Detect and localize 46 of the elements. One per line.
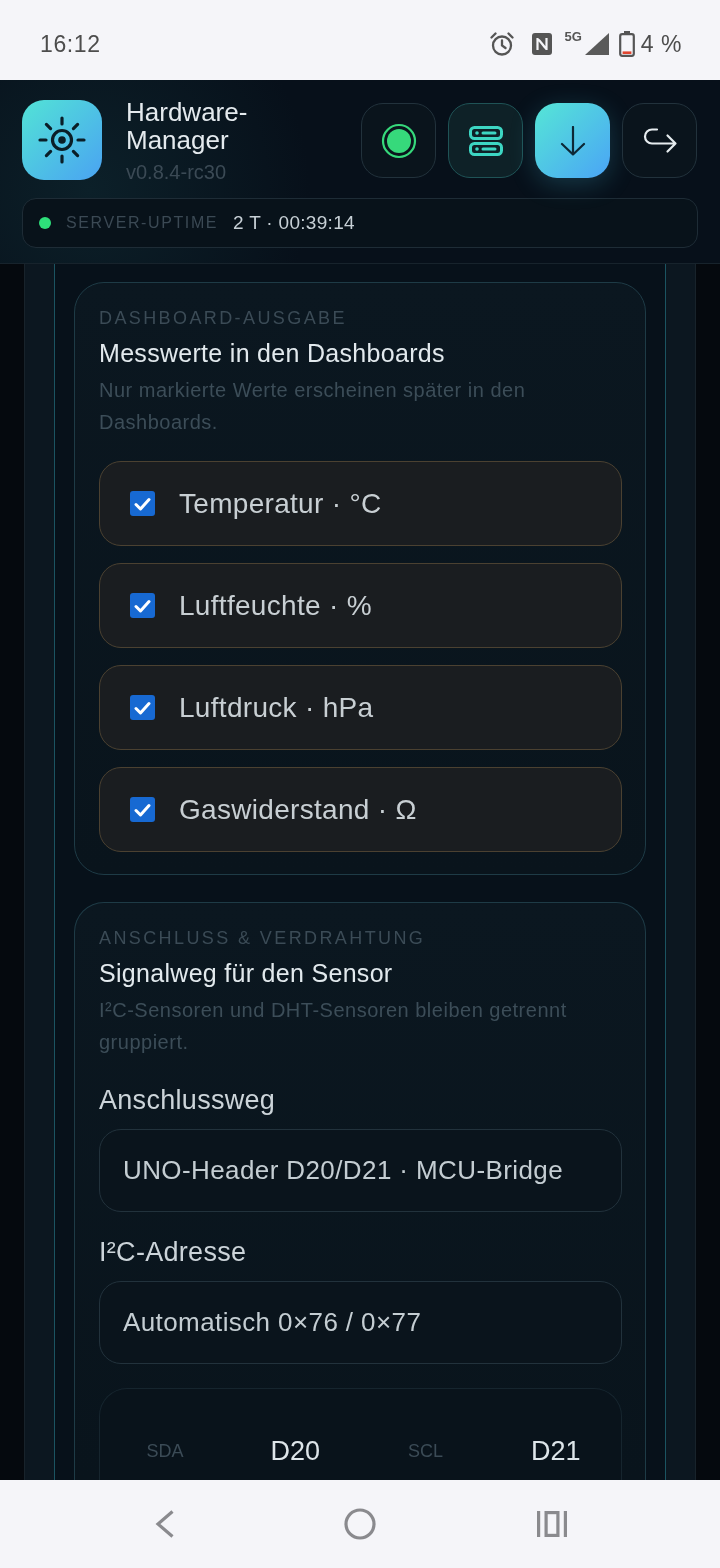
checkbox[interactable] [130,695,155,720]
checkbox[interactable] [130,491,155,516]
section-description: I²C-Sensoren und DHT-Sensoren bleiben getrennt gruppiert. [99,998,568,1055]
field-label: I²C-Adresse [99,1236,248,1268]
checkmark-icon [134,598,151,613]
pin-label: SDA [146,1440,184,1463]
section-title: Messwerte in den Dashboards [99,338,446,368]
curved-arrow-icon [641,126,678,155]
checkmark-icon [134,496,151,511]
arrow-down-icon [559,125,586,156]
section-title: Signalweg für den Sensor [99,958,394,988]
uptime-label: SERVER-UPTIME [66,214,219,232]
alarm-icon [488,31,515,57]
field-label: Anschlussweg [99,1084,277,1116]
clock-time: 16:12 [40,30,101,58]
nfc-icon [530,32,553,56]
back-icon[interactable] [155,1510,175,1538]
app-title: Hardware-Manager [126,98,249,154]
status-button[interactable] [361,103,436,178]
measurement-option[interactable]: Luftfeuchte · % [99,563,622,648]
network-type-label: 5G [564,30,582,44]
home-icon[interactable] [344,1508,376,1540]
status-ring-icon [380,122,417,159]
checkmark-icon [134,700,151,715]
checkbox[interactable] [130,797,155,822]
measurement-option[interactable]: Luftdruck · hPa [99,665,622,750]
recents-icon[interactable] [537,1511,567,1537]
pin-value: D20 [270,1436,321,1466]
input-field[interactable]: UNO-Header D20/D21 · MCU-Bridge [99,1129,622,1212]
signal-icon [584,33,609,55]
forward-button[interactable] [622,103,697,178]
battery-icon [618,31,635,57]
pin-label: SCL [408,1440,444,1463]
download-button[interactable] [535,103,610,178]
checkmark-icon [134,802,151,817]
measurement-option[interactable]: Temperatur · °C [99,461,622,546]
section-description: Nur markierte Werte erscheinen später in den Dashboards. [99,378,527,435]
battery-percentage: 4 % [640,30,682,58]
server-icon [468,125,503,156]
checkbox[interactable] [130,593,155,618]
input-field[interactable]: Automatisch 0×76 / 0×77 [99,1281,622,1364]
measurement-option[interactable]: Gaswiderstand · Ω [99,767,622,852]
server-button[interactable] [448,103,523,178]
sun-icon [22,100,102,180]
uptime-value: 2 T · 00:39:14 [233,212,355,234]
pin-value: D21 [531,1436,581,1466]
